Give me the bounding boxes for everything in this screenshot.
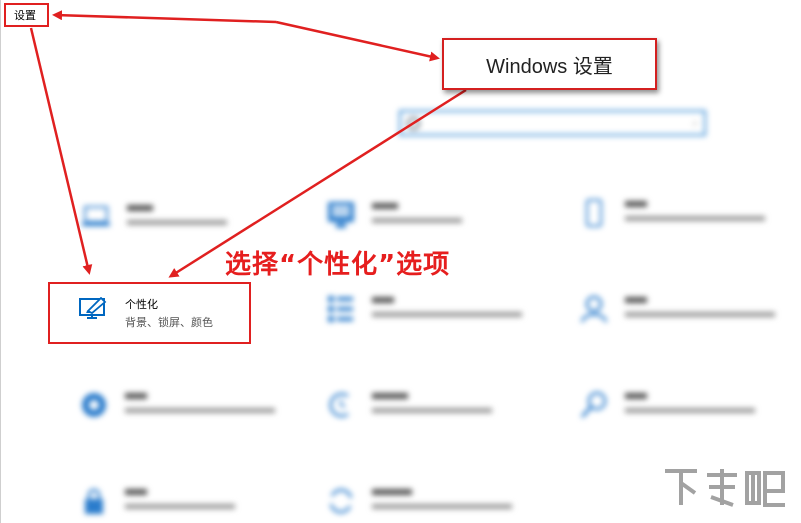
tile-title-placeholder — [125, 393, 147, 399]
tile-title-placeholder — [625, 201, 647, 207]
tile-desc-placeholder — [127, 220, 227, 225]
tile-desc-placeholder — [372, 312, 522, 317]
phone-keyboard-icon — [326, 200, 356, 230]
tile-desc-placeholder — [372, 408, 492, 413]
tile-phone[interactable] — [579, 196, 789, 246]
tile-title-placeholder — [127, 205, 153, 211]
tile-title-placeholder — [625, 393, 647, 399]
search-clear-icon: ⌕ — [692, 118, 698, 129]
account-icon — [579, 294, 609, 324]
tile-desc-placeholder — [125, 408, 275, 413]
tile-title-placeholder — [125, 489, 147, 495]
tile-devices[interactable] — [326, 198, 536, 248]
tile-apps[interactable] — [326, 292, 536, 342]
tile-desc-placeholder — [625, 216, 765, 221]
tile-accounts[interactable] — [579, 292, 789, 342]
settings-search-box[interactable]: ⌕ — [399, 110, 706, 136]
tile-gaming[interactable] — [79, 388, 289, 438]
tile-desc-placeholder — [125, 504, 235, 509]
search-icon — [579, 390, 609, 420]
time-language-icon — [326, 390, 356, 420]
instruction-label: 选择“个性化”选项 — [225, 250, 451, 280]
tile-desc-placeholder — [372, 218, 462, 223]
tile-desc-placeholder — [625, 312, 775, 317]
tile-title-placeholder — [372, 203, 398, 209]
settings-window: 设置 ⌕ 个性化 背景、锁屏、颜色 Windows 设置 选择“个性化”选项 — [0, 0, 801, 523]
tile-desc-placeholder — [372, 504, 512, 509]
laptop-icon — [81, 202, 111, 232]
tile-time-language[interactable] — [326, 388, 536, 438]
tile-title-placeholder — [625, 297, 647, 303]
tile-system[interactable] — [81, 200, 291, 250]
search-icon — [407, 117, 420, 130]
tile-update-security[interactable] — [326, 484, 536, 523]
mobile-icon — [579, 198, 609, 228]
tile-search[interactable] — [579, 388, 789, 438]
tile-title-placeholder — [372, 297, 394, 303]
tile-desc-placeholder — [625, 408, 755, 413]
tile-privacy[interactable] — [79, 484, 289, 523]
windows-settings-callout: Windows 设置 — [442, 38, 657, 90]
update-icon — [326, 486, 356, 516]
tile-title-placeholder — [372, 489, 412, 495]
privacy-lock-icon — [79, 486, 109, 516]
apps-icon — [326, 294, 356, 324]
personalization-highlight-box — [48, 282, 251, 344]
title-highlight-box — [4, 3, 49, 27]
gaming-icon — [79, 390, 109, 420]
tile-title-placeholder — [372, 393, 408, 399]
watermark-logo — [661, 465, 789, 515]
